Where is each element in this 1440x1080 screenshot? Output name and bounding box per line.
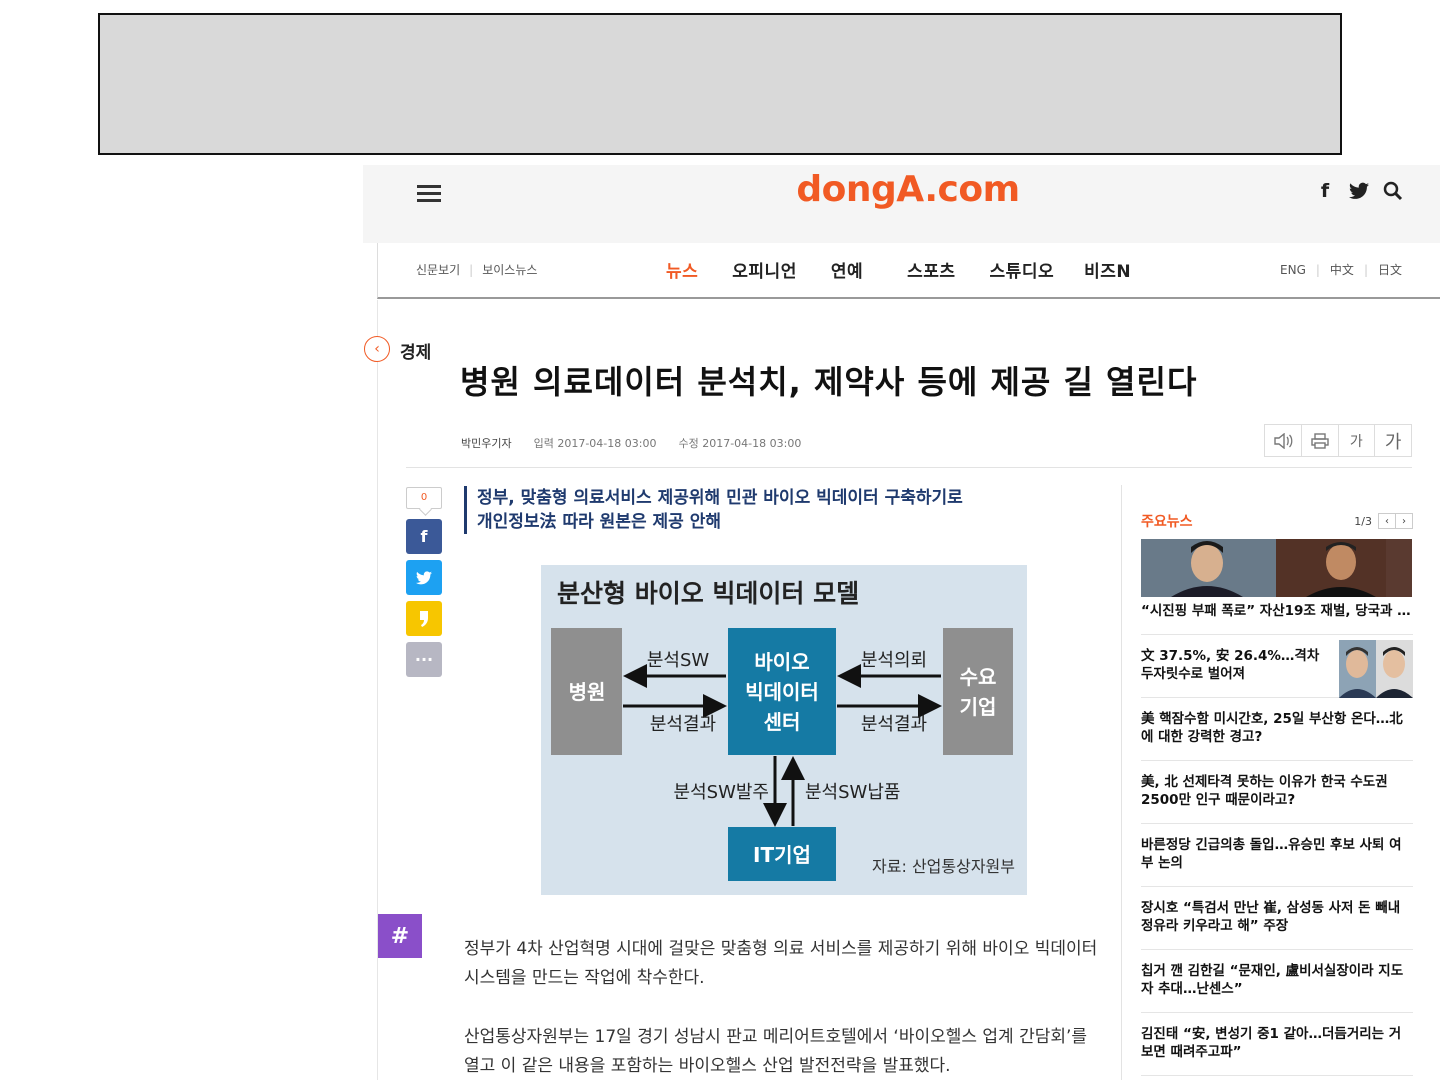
news-thumbnail-large[interactable] bbox=[1141, 539, 1412, 597]
nav-tab-sports[interactable]: 스포츠 bbox=[907, 257, 955, 282]
lang-eng[interactable]: ENG bbox=[1280, 263, 1306, 277]
hashtag-button[interactable]: # bbox=[378, 914, 422, 958]
prev-chevron-icon[interactable]: ‹ bbox=[1378, 513, 1396, 529]
center-label-3: 센터 bbox=[764, 710, 801, 734]
nav-tab-news[interactable]: 뉴스 bbox=[666, 257, 698, 282]
donga-site: dongA.com f 신문보기 | 보이스뉴스 뉴스 오피니언 연예 스포츠 … bbox=[363, 165, 1440, 1080]
infographic[interactable]: 분산형 바이오 빅데이터 모델 병원 바이오 빅데이터 센터 수요 기업 IT기… bbox=[541, 565, 1027, 895]
reporter-name[interactable]: 박민우기자 bbox=[461, 435, 512, 451]
nav-tab-opinion[interactable]: 오피니언 bbox=[732, 257, 797, 282]
twitter-share-icon[interactable] bbox=[406, 560, 442, 595]
more-share-icon[interactable]: ··· bbox=[406, 642, 442, 677]
news-item[interactable]: 장시호 “특검서 만난 崔, 삼성동 사저 돈 빼내 정유라 키우라고 해” 주… bbox=[1141, 887, 1413, 950]
infographic-diagram: 분산형 바이오 빅데이터 모델 병원 바이오 빅데이터 센터 수요 기업 IT기… bbox=[551, 579, 1015, 881]
sidebar-header: 주요뉴스 1/3 ‹ › bbox=[1141, 511, 1413, 539]
news-item[interactable]: 美 핵잠수함 미시간호, 25일 부산항 온다…北에 대한 강력한 경고? bbox=[1141, 698, 1413, 761]
modified-date: 수정 2017-04-18 03:00 bbox=[678, 437, 802, 450]
arrow-label-result-left: 분석결과 bbox=[650, 714, 716, 735]
pager-count: 1/3 bbox=[1354, 514, 1372, 528]
article-paragraph: 정부가 4차 산업혁명 시대에 걸맞은 맞춤형 의료 서비스를 제공하기 위해 … bbox=[464, 939, 1098, 988]
summary-line: 정부, 맞춤형 의료서비스 제공위해 민관 바이오 빅데이터 구축하기로 bbox=[477, 488, 963, 508]
input-date: 입력 2017-04-18 03:00 bbox=[533, 437, 657, 450]
sidebar-pager: 1/3 ‹ › bbox=[1354, 513, 1413, 529]
arrow-label-sw: 분석SW bbox=[647, 650, 710, 671]
figure-source: 자료: 산업통상자원부 bbox=[872, 857, 1015, 876]
summary-line: 개인정보法 따라 원본은 제공 안해 bbox=[477, 512, 721, 532]
facebook-icon[interactable]: f bbox=[1314, 180, 1336, 202]
byline: 박민우기자 입력 2017-04-18 03:00 수정 2017-04-18 … bbox=[461, 435, 801, 451]
demand-label-2: 기업 bbox=[960, 695, 997, 719]
next-chevron-icon[interactable]: › bbox=[1395, 513, 1413, 529]
article-paragraph: 산업통상자원부는 17일 경기 성남시 판교 메리어트호텔에서 ‘바이오헬스 업… bbox=[464, 1027, 1088, 1076]
figure-title: 분산형 바이오 빅데이터 모델 bbox=[557, 579, 859, 608]
section-label[interactable]: 경제 bbox=[400, 338, 431, 363]
news-item[interactable]: 美, 北 선제타격 못하는 이유가 한국 수도권 2500만 인구 때문이라고? bbox=[1141, 761, 1413, 824]
hospital-label: 병원 bbox=[569, 680, 606, 704]
lang-jp[interactable]: 日文 bbox=[1378, 261, 1402, 278]
arrow-label-request: 분석의뢰 bbox=[861, 650, 927, 671]
nav-link-newspaper[interactable]: 신문보기 bbox=[416, 261, 460, 278]
nav-languages: ENG | 中文 | 日文 bbox=[1280, 261, 1402, 278]
gnb: 신문보기 | 보이스뉴스 뉴스 오피니언 연예 스포츠 스튜디오 비즈N ENG… bbox=[377, 243, 1440, 299]
facebook-share-icon[interactable]: f bbox=[406, 519, 442, 554]
sidebar-divider bbox=[1121, 485, 1122, 1080]
article-summary: 정부, 맞춤형 의료서비스 제공위해 민관 바이오 빅데이터 구축하기로 개인정… bbox=[464, 486, 963, 534]
kakaostory-share-icon[interactable] bbox=[406, 601, 442, 636]
demand-box bbox=[943, 628, 1013, 755]
share-count: 0 bbox=[406, 487, 442, 509]
news-item[interactable]: 바른정당 긴급의총 돌입…유승민 후보 사퇴 여부 논의 bbox=[1141, 824, 1413, 887]
font-large-button[interactable]: 가 bbox=[1375, 425, 1411, 456]
top-news-sidebar: 주요뉴스 1/3 ‹ › “시진핑 부패 폭로” 자산19조 재벌, 당국과 …… bbox=[1141, 511, 1413, 1076]
nav-tab-bizn[interactable]: 비즈N bbox=[1084, 257, 1131, 282]
header-actions: f bbox=[1314, 180, 1404, 202]
search-icon[interactable] bbox=[1382, 180, 1404, 202]
news-item[interactable]: 칩거 깬 김한길 “문재인, 盧비서실장이라 지도자 추대…난센스” bbox=[1141, 950, 1413, 1013]
article-headline: 병원 의료데이터 분석치, 제약사 등에 제공 길 열린다 bbox=[460, 363, 1198, 401]
it-label: IT기업 bbox=[753, 843, 811, 867]
news-item[interactable]: “시진핑 부패 폭로” 자산19조 재벌, 당국과 … bbox=[1141, 597, 1413, 635]
nav-separator: | bbox=[469, 262, 474, 277]
nav-separator: | bbox=[1363, 262, 1368, 277]
nav-tab-studio[interactable]: 스튜디오 bbox=[990, 257, 1055, 282]
site-header: dongA.com f bbox=[363, 165, 1440, 243]
arrow-label-result-right: 분석결과 bbox=[861, 714, 927, 735]
twitter-icon[interactable] bbox=[1348, 180, 1370, 202]
center-label-2: 빅데이터 bbox=[745, 680, 819, 704]
print-icon[interactable] bbox=[1302, 425, 1339, 456]
news-item-title: 文 37.5%, 安 26.4%…격차 두자릿수로 벌어져 bbox=[1141, 648, 1320, 682]
news-item[interactable]: 김진태 “安, 변성기 중1 같아…더듬거리는 거 보면 때려주고파” bbox=[1141, 1013, 1413, 1076]
divider bbox=[406, 467, 1412, 468]
article-body: 정부가 4차 산업혁명 시대에 걸맞은 맞춤형 의료 서비스를 제공하기 위해 … bbox=[464, 935, 1104, 1080]
arrow-label-delivery: 분석SW납품 bbox=[805, 782, 900, 803]
nav-link-voice-news[interactable]: 보이스뉴스 bbox=[482, 261, 537, 278]
ad-banner[interactable] bbox=[98, 13, 1342, 155]
back-chevron-icon[interactable]: ‹ bbox=[364, 336, 390, 362]
share-bar: 0 f ··· bbox=[406, 487, 442, 683]
article-tools: 가 가 bbox=[1264, 424, 1412, 457]
nav-tab-entertainment[interactable]: 연예 bbox=[831, 257, 863, 282]
font-small-button[interactable]: 가 bbox=[1339, 425, 1376, 456]
site-logo[interactable]: dongA.com bbox=[363, 169, 1440, 210]
demand-label-1: 수요 bbox=[960, 665, 997, 689]
nav-main: 뉴스 오피니언 연예 스포츠 스튜디오 비즈N bbox=[666, 257, 1165, 282]
news-item[interactable]: 文 37.5%, 安 26.4%…격차 두자릿수로 벌어져 bbox=[1141, 635, 1413, 698]
nav-utility-left: 신문보기 | 보이스뉴스 bbox=[416, 261, 537, 278]
sidebar-title: 주요뉴스 bbox=[1141, 514, 1193, 530]
nav-separator: | bbox=[1315, 262, 1320, 277]
speaker-icon[interactable] bbox=[1265, 425, 1302, 456]
lang-cn[interactable]: 中文 bbox=[1330, 261, 1354, 278]
center-label-1: 바이오 bbox=[754, 650, 809, 674]
arrow-label-order: 분석SW발주 bbox=[674, 782, 769, 803]
article-left-rail bbox=[377, 300, 378, 1080]
news-thumbnail bbox=[1339, 640, 1413, 698]
